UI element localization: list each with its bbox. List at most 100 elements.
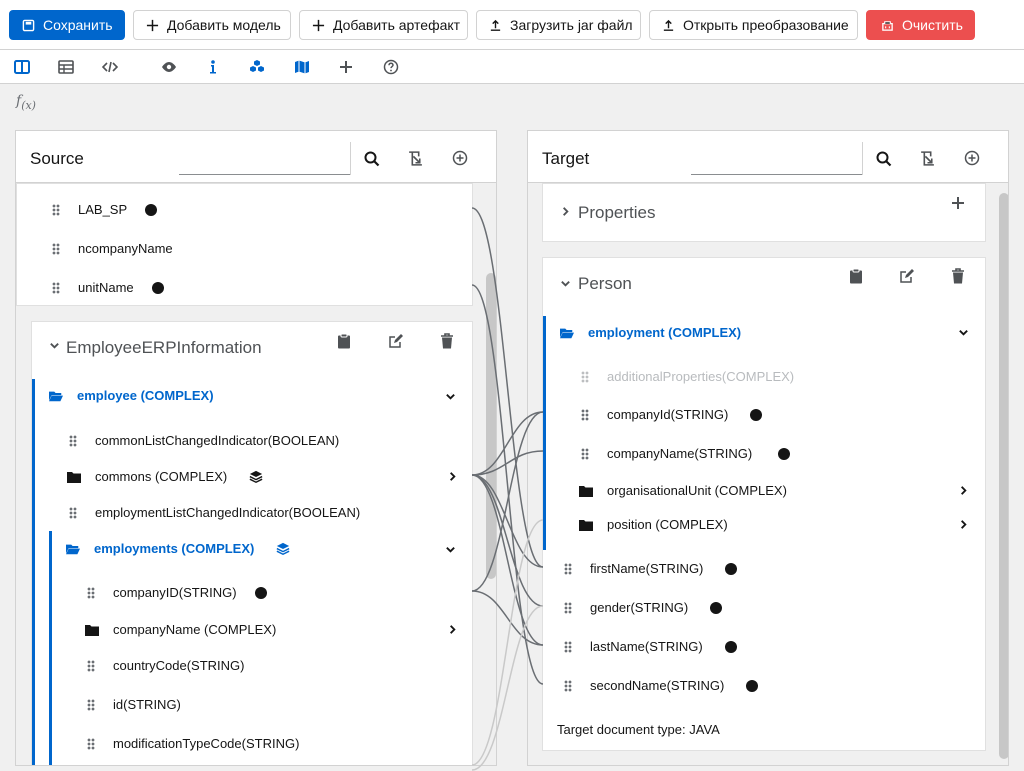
field-label: lastName(STRING) (590, 639, 703, 654)
target-title: Target (542, 149, 590, 168)
info-icon[interactable] (204, 58, 222, 76)
chevron-down-icon[interactable] (49, 339, 60, 354)
tree-node-position[interactable]: position (COMPLEX) (579, 517, 728, 532)
tree-node-employee[interactable]: employee (COMPLEX) (49, 388, 214, 403)
upload-jar-button[interactable]: Загрузить jar файл (476, 10, 641, 40)
chevron-down-icon[interactable] (445, 390, 456, 405)
list-item[interactable]: id(STRING) (87, 697, 181, 712)
function-indicator[interactable]: f(x) (16, 93, 36, 112)
save-button[interactable]: Сохранить (9, 10, 125, 40)
target-search-input[interactable] (691, 142, 863, 175)
drag-handle-icon[interactable] (564, 562, 572, 575)
source-scrollbar[interactable] (486, 273, 496, 579)
list-item[interactable]: additionalProperties(COMPLEX) (581, 369, 794, 384)
list-item[interactable]: employmentListChangedIndicator(BOOLEAN) (69, 505, 360, 520)
drag-handle-icon[interactable] (87, 586, 95, 599)
clipboard-icon[interactable] (847, 267, 865, 285)
trash-icon[interactable] (438, 332, 456, 350)
list-item[interactable]: ncompanyName (52, 241, 173, 256)
upload-icon (663, 19, 674, 31)
drag-handle-icon[interactable] (52, 242, 60, 255)
list-item[interactable]: companyName(STRING) (581, 446, 791, 461)
add-circle-icon[interactable] (450, 148, 470, 168)
chevron-right-icon[interactable] (958, 518, 969, 533)
source-search-button[interactable] (350, 142, 392, 175)
tree-node-employments[interactable]: employments (COMPLEX) (66, 541, 290, 556)
search-icon (364, 151, 379, 166)
source-header: Source (16, 131, 496, 183)
eye-icon[interactable] (160, 58, 178, 76)
chevron-right-icon[interactable] (447, 623, 458, 638)
field-label: employmentListChangedIndicator(BOOLEAN) (95, 505, 361, 520)
person-title: Person (578, 274, 632, 293)
save-label: Сохранить (43, 17, 113, 33)
tree-node-companyName[interactable]: companyName (COMPLEX) (85, 622, 276, 637)
add-circle-icon[interactable] (962, 148, 982, 168)
node-label: employments (COMPLEX) (94, 541, 255, 556)
chevron-right-icon[interactable] (958, 484, 969, 499)
clear-button[interactable]: Очистить (866, 10, 975, 40)
add-artifact-button[interactable]: Добавить артефакт (299, 10, 468, 40)
trash-icon[interactable] (949, 267, 967, 285)
chevron-right-icon[interactable] (447, 470, 458, 485)
chevron-down-icon[interactable] (958, 326, 969, 341)
code-view-icon[interactable] (101, 58, 119, 76)
drag-handle-icon[interactable] (564, 679, 572, 692)
drag-handle-icon[interactable] (564, 640, 572, 653)
table-view-icon[interactable] (57, 58, 75, 76)
open-transform-button[interactable]: Открыть преобразование (649, 10, 858, 40)
export-icon[interactable] (917, 148, 937, 168)
map-icon[interactable] (293, 58, 311, 76)
layers-icon (249, 470, 263, 483)
cubes-icon[interactable] (248, 58, 266, 76)
folder-open-icon (66, 544, 80, 554)
list-item[interactable]: secondName(STRING) (564, 678, 759, 693)
drag-handle-icon[interactable] (69, 506, 77, 519)
chevron-down-icon[interactable] (560, 277, 571, 292)
edit-icon[interactable] (898, 267, 916, 285)
edit-icon[interactable] (387, 332, 405, 350)
drag-handle-icon[interactable] (87, 698, 95, 711)
employee-tree-line (32, 379, 35, 765)
list-item[interactable]: lastName(STRING) (564, 639, 737, 654)
drag-handle-icon[interactable] (69, 434, 77, 447)
list-item[interactable]: unitName (52, 280, 164, 295)
drag-handle-icon[interactable] (581, 408, 589, 421)
upload-icon (490, 19, 501, 31)
list-item[interactable]: countryCode(STRING) (87, 658, 244, 673)
person-card: Person employment (COMPLEX) additionalPr… (542, 257, 986, 751)
list-item[interactable]: LAB_SP (52, 202, 158, 217)
column-view-icon[interactable] (13, 58, 31, 76)
drag-handle-icon[interactable] (52, 281, 60, 294)
list-item[interactable]: commonListChangedIndicator(BOOLEAN) (69, 433, 339, 448)
list-item[interactable]: firstName(STRING) (564, 561, 738, 576)
list-item[interactable]: companyId(STRING) (581, 407, 763, 422)
help-icon[interactable] (382, 58, 400, 76)
folder-open-icon (49, 391, 63, 401)
drag-handle-icon[interactable] (581, 447, 589, 460)
list-item[interactable]: gender(STRING) (564, 600, 723, 615)
plus-icon[interactable] (337, 58, 355, 76)
tree-node-employment[interactable]: employment (COMPLEX) (560, 325, 741, 340)
source-search-input[interactable] (179, 142, 351, 175)
drag-handle-icon[interactable] (87, 659, 95, 672)
chevron-right-icon[interactable] (560, 205, 571, 220)
chevron-down-icon[interactable] (445, 543, 456, 558)
drag-handle-icon[interactable] (52, 203, 60, 216)
drag-handle-icon[interactable] (581, 370, 589, 383)
clipboard-icon[interactable] (335, 332, 353, 350)
add-model-button[interactable]: Добавить модель (133, 10, 291, 40)
tree-node-commons[interactable]: commons (COMPLEX) (67, 469, 263, 484)
plus-icon[interactable] (949, 194, 967, 212)
target-panel: Target Properties Person employment (COM… (527, 130, 1009, 766)
drag-handle-icon[interactable] (564, 601, 572, 614)
open-transform-label: Открыть преобразование (683, 17, 849, 33)
target-search-button[interactable] (862, 142, 904, 175)
export-icon[interactable] (405, 148, 425, 168)
search-icon (876, 151, 891, 166)
tree-node-organisationalUnit[interactable]: organisationalUnit (COMPLEX) (579, 483, 787, 498)
target-scrollbar[interactable] (999, 193, 1008, 759)
list-item[interactable]: companyID(STRING) (87, 585, 267, 600)
drag-handle-icon[interactable] (87, 737, 95, 750)
list-item[interactable]: modificationTypeCode(STRING) (87, 736, 299, 751)
